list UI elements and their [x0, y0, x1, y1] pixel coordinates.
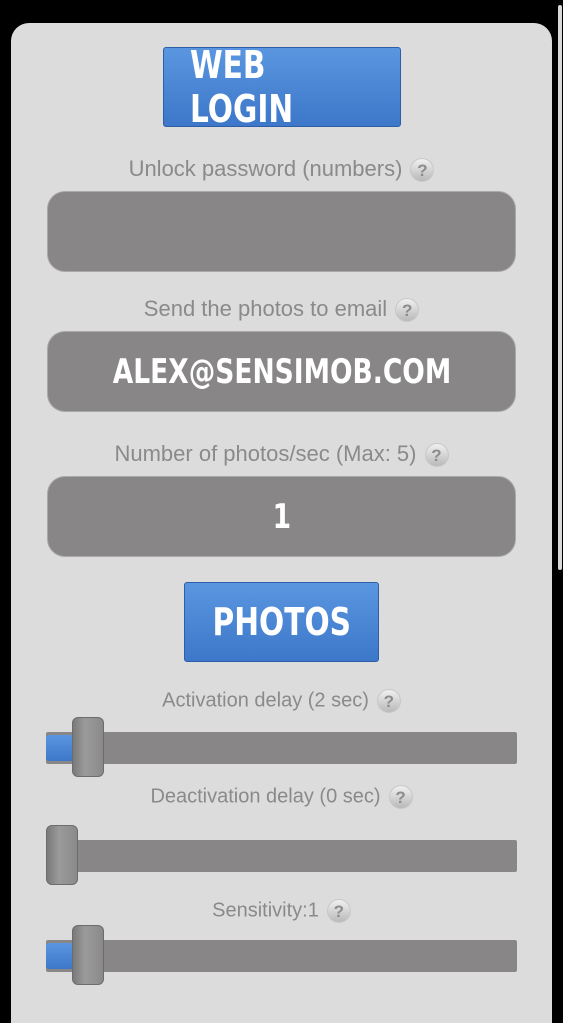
slider-track — [46, 940, 517, 972]
slider-track — [46, 840, 517, 872]
help-icon[interactable]: ? — [326, 899, 351, 923]
unlock-password-input[interactable] — [47, 191, 516, 272]
help-icon[interactable]: ? — [388, 785, 413, 809]
settings-panel: WEB LOGIN Unlock password (numbers)? Sen… — [11, 23, 552, 1023]
slider-thumb[interactable] — [72, 717, 104, 777]
help-icon[interactable]: ? — [376, 689, 401, 713]
activation-delay-slider[interactable] — [46, 717, 517, 777]
help-icon[interactable]: ? — [424, 443, 449, 468]
slider-thumb[interactable] — [72, 925, 104, 985]
photos-button[interactable]: PHOTOS — [184, 582, 379, 662]
deactivation-delay-slider[interactable] — [46, 825, 517, 885]
help-icon[interactable]: ? — [395, 298, 420, 323]
scrollbar-thumb[interactable] — [558, 5, 562, 570]
deactivation-delay-label: Deactivation delay (0 sec)? — [11, 785, 552, 809]
photos-per-sec-input[interactable]: 1 — [47, 476, 516, 557]
email-label: Send the photos to email? — [11, 296, 552, 323]
sensitivity-slider[interactable] — [46, 925, 517, 985]
slider-track — [46, 732, 517, 764]
unlock-password-label: Unlock password (numbers)? — [11, 156, 552, 183]
photos-per-sec-label: Number of photos/sec (Max: 5)? — [11, 441, 552, 468]
activation-delay-label: Activation delay (2 sec)? — [11, 689, 552, 713]
slider-thumb[interactable] — [46, 825, 78, 885]
sensitivity-label: Sensitivity:1? — [11, 899, 552, 923]
scrollbar[interactable] — [557, 0, 563, 1000]
help-icon[interactable]: ? — [410, 158, 435, 183]
email-input[interactable]: ALEX@SENSIMOB.COM — [47, 331, 516, 412]
web-login-button[interactable]: WEB LOGIN — [163, 43, 401, 131]
